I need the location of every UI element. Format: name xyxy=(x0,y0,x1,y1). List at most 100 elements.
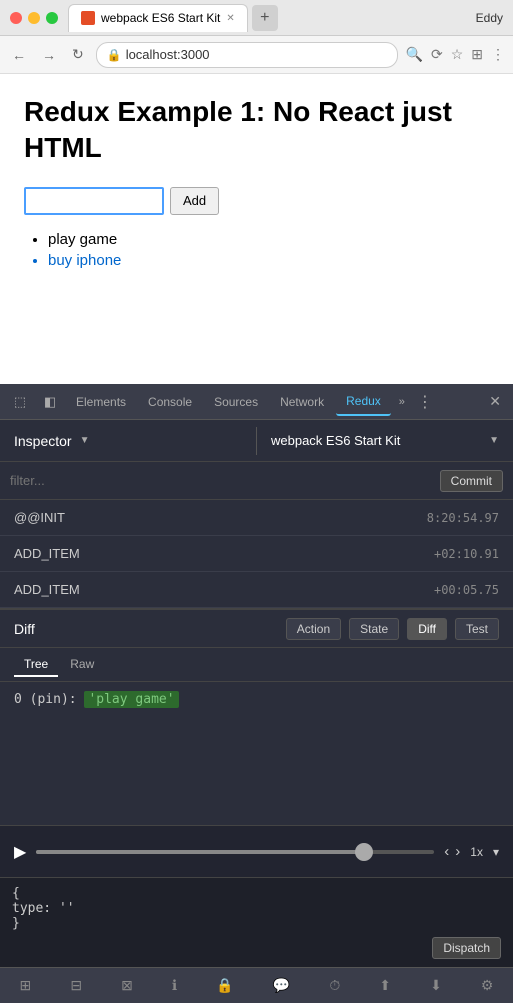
new-tab-btn[interactable]: + xyxy=(252,5,278,31)
tab-console[interactable]: Console xyxy=(138,388,202,416)
traffic-lights xyxy=(10,12,58,24)
action-name: ADD_ITEM xyxy=(14,582,434,597)
action-row-add2[interactable]: ADD_ITEM +00:05.75 xyxy=(0,572,513,608)
action-row-init[interactable]: @@INIT 8:20:54.97 xyxy=(0,500,513,536)
more-tabs-btn[interactable]: » xyxy=(393,396,411,408)
bookmark-icon[interactable]: ☆ xyxy=(451,46,464,63)
reload-icon[interactable]: ⟳ xyxy=(431,46,443,63)
devtools-panel: ⬚ ◧ Elements Console Sources Network Red… xyxy=(0,384,513,1003)
dispatch-code[interactable]: { type: '' } xyxy=(12,886,501,931)
info-icon[interactable]: ℹ xyxy=(164,971,185,1000)
user-label: Eddy xyxy=(476,11,503,25)
devtools-close-btn[interactable]: ✕ xyxy=(483,393,507,410)
tree-raw-tabs: Tree Raw xyxy=(0,648,513,682)
grid4-icon[interactable]: ⊟ xyxy=(62,971,90,1000)
chat-icon[interactable]: 💬 xyxy=(265,971,298,1000)
panel-header: Diff Action State Diff Test xyxy=(0,610,513,648)
action-time: +00:05.75 xyxy=(434,583,499,597)
list-item: play game xyxy=(48,231,489,248)
diff-btn[interactable]: Diff xyxy=(407,618,447,640)
maximize-window-btn[interactable] xyxy=(46,12,58,24)
diff-content: 0 (pin): 'play game' xyxy=(0,682,513,825)
extensions-icon[interactable]: ⊞ xyxy=(471,46,483,63)
diff-label: Diff xyxy=(14,621,35,637)
filter-input[interactable] xyxy=(10,473,432,488)
transport-bar: ▶ ‹ › 1x ▾ xyxy=(0,825,513,877)
url-input[interactable]: 🔒 localhost:3000 xyxy=(96,42,398,68)
tree-tab[interactable]: Tree xyxy=(14,653,58,677)
address-bar: ← → ↻ 🔒 localhost:3000 🔍 ⟳ ☆ ⊞ ⋮ xyxy=(0,36,513,74)
store-label: webpack ES6 Start Kit xyxy=(271,433,400,448)
download-icon[interactable]: ⬇ xyxy=(422,971,450,1000)
active-tab[interactable]: webpack ES6 Start Kit ✕ xyxy=(68,4,248,32)
cursor-icon[interactable]: ⬚ xyxy=(6,388,34,416)
lock-icon[interactable]: 🔒 xyxy=(208,971,241,1000)
test-btn[interactable]: Test xyxy=(455,618,499,640)
page-content: Redux Example 1: No React just HTML Add … xyxy=(0,74,513,384)
tab-network[interactable]: Network xyxy=(270,388,334,416)
devtools-menu-btn[interactable]: ⋮ xyxy=(413,392,437,412)
action-time: +02:10.91 xyxy=(434,547,499,561)
inspector-chevron-icon[interactable]: ▼ xyxy=(80,435,90,446)
store-chevron-icon[interactable]: ▼ xyxy=(489,435,499,446)
inspector-left: Inspector ▼ xyxy=(0,433,256,449)
action-list: @@INIT 8:20:54.97 ADD_ITEM +02:10.91 ADD… xyxy=(0,500,513,608)
dispatch-button[interactable]: Dispatch xyxy=(432,937,501,959)
dispatch-line-2: type: '' xyxy=(12,901,501,916)
action-row-add1[interactable]: ADD_ITEM +02:10.91 xyxy=(0,536,513,572)
action-time: 8:20:54.97 xyxy=(427,511,499,525)
raw-tab[interactable]: Raw xyxy=(60,653,104,677)
devtools-topbar: ⬚ ◧ Elements Console Sources Network Red… xyxy=(0,384,513,420)
tab-redux[interactable]: Redux xyxy=(336,388,391,416)
add-item-row: Add xyxy=(24,187,489,215)
tab-close-btn[interactable]: ✕ xyxy=(226,13,234,24)
forward-btn[interactable]: → xyxy=(38,45,60,65)
refresh-btn[interactable]: ↻ xyxy=(68,44,88,65)
item-input[interactable] xyxy=(24,187,164,215)
slider-fill xyxy=(36,850,362,854)
inspector-label: Inspector xyxy=(14,433,72,449)
diff-key: 0 (pin): xyxy=(14,692,77,707)
slider-thumb[interactable] xyxy=(355,843,373,861)
search-icon[interactable]: 🔍 xyxy=(406,46,423,63)
tab-elements[interactable]: Elements xyxy=(66,388,136,416)
dispatch-footer: Dispatch xyxy=(12,937,501,959)
tab-favicon-icon xyxy=(81,11,95,25)
prev-action-btn[interactable]: ‹ xyxy=(444,843,449,860)
grid6-icon[interactable]: ⊠ xyxy=(113,971,141,1000)
browser-titlebar: webpack ES6 Start Kit ✕ + Eddy xyxy=(0,0,513,36)
diff-value: 'play game' xyxy=(84,691,178,708)
dispatch-line-3: } xyxy=(12,916,501,931)
timeline-slider[interactable] xyxy=(36,850,434,854)
todo-list: play game buy iphone xyxy=(24,231,489,269)
add-button[interactable]: Add xyxy=(170,187,219,215)
tab-title: webpack ES6 Start Kit xyxy=(101,11,220,25)
commit-button[interactable]: Commit xyxy=(440,470,503,492)
minimize-window-btn[interactable] xyxy=(28,12,40,24)
tab-sources[interactable]: Sources xyxy=(204,388,268,416)
url-action-icons: 🔍 ⟳ ☆ ⊞ ⋮ xyxy=(406,46,505,63)
back-btn[interactable]: ← xyxy=(8,45,30,65)
menu-icon[interactable]: ⋮ xyxy=(491,46,505,63)
next-action-btn[interactable]: › xyxy=(455,843,460,860)
tab-bar: webpack ES6 Start Kit ✕ + xyxy=(68,4,476,32)
settings-icon[interactable]: ⚙ xyxy=(473,971,502,1000)
upload-icon[interactable]: ⬆ xyxy=(371,971,399,1000)
transport-nav: ‹ › xyxy=(444,843,460,860)
play-button[interactable]: ▶ xyxy=(14,842,26,862)
grid2-icon[interactable]: ⊞ xyxy=(12,971,40,1000)
action-btn[interactable]: Action xyxy=(286,618,341,640)
action-name: ADD_ITEM xyxy=(14,546,434,561)
inspector-icon[interactable]: ◧ xyxy=(36,388,64,416)
state-btn[interactable]: State xyxy=(349,618,399,640)
speed-dropdown[interactable]: ▾ xyxy=(493,845,499,859)
bottom-toolbar: ⊞ ⊟ ⊠ ℹ 🔒 💬 ⏱ ⬆ ⬇ ⚙ xyxy=(0,967,513,1003)
inspector-header: Inspector ▼ webpack ES6 Start Kit ▼ xyxy=(0,420,513,462)
timer-icon[interactable]: ⏱ xyxy=(321,971,348,1000)
bottom-panel: Diff Action State Diff Test Tree Raw 0 (… xyxy=(0,608,513,825)
dispatch-area: { type: '' } Dispatch xyxy=(0,877,513,967)
close-window-btn[interactable] xyxy=(10,12,22,24)
filter-row: Commit xyxy=(0,462,513,500)
dispatch-line-1: { xyxy=(12,886,501,901)
speed-label: 1x xyxy=(470,845,483,859)
